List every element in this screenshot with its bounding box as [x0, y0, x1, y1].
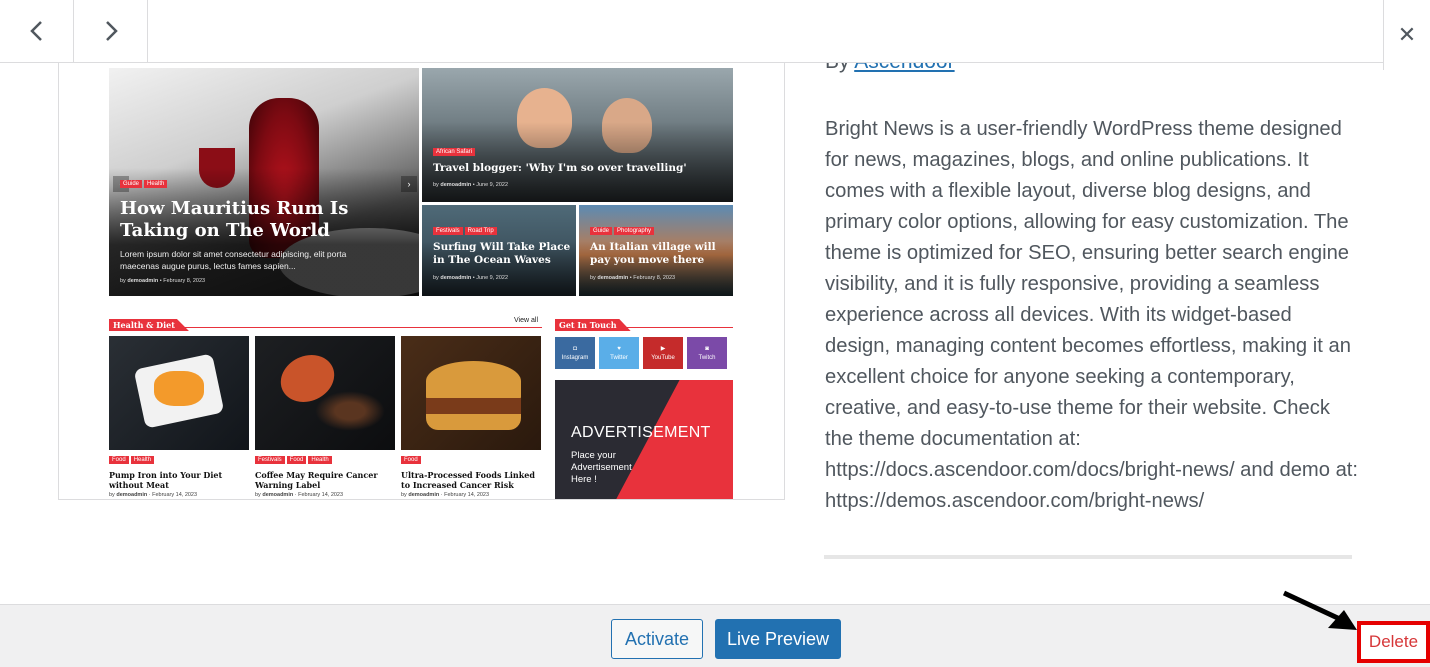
post-tag: Food [109, 456, 129, 464]
post-title: Coffee May Require Cancer Warning Label [255, 470, 378, 490]
hero-title: How Mauritius Rum Is Taking on The World [120, 198, 349, 241]
advertisement-banner: ADVERTISEMENT Place your Advertisement H… [555, 380, 733, 499]
card-title: Surfing Will Take Place in The Ocean Wav… [433, 241, 571, 266]
ad-title: ADVERTISEMENT [571, 424, 711, 441]
next-theme-button[interactable] [74, 0, 148, 62]
view-all-link: View all [514, 317, 538, 324]
annotation-arrow-icon [1282, 590, 1357, 630]
instagram-icon: ◘ [573, 345, 577, 352]
card-meta: by demoadmin • June 9, 2022 [433, 275, 509, 281]
hero-meta: by demoadmin • February 8, 2023 [120, 278, 206, 284]
twitch-icon: ◙ [705, 345, 709, 352]
post-meta: by demoadmin · February 14, 2023 [109, 492, 198, 498]
live-preview-button[interactable]: Live Preview [715, 619, 841, 659]
youtube-icon: ▶ [660, 346, 666, 352]
post-tag: Festivals [255, 456, 285, 464]
hero-slide: ‹ › Guide Health How Mauritius Rum Is Ta… [109, 68, 419, 296]
post-tag: Health [130, 456, 155, 464]
theme-actions: Activate Live Preview Delete [0, 604, 1430, 667]
card-title: Travel blogger: 'Why I'm so over travell… [433, 162, 687, 174]
card-tag: Photography [614, 227, 655, 235]
section-title: Health & Diet [109, 319, 189, 331]
card-tag: Guide [590, 227, 613, 235]
post-thumbnail [109, 336, 249, 450]
hero-tag: Health [144, 180, 168, 188]
card-title: An Italian village will pay you move the… [590, 241, 716, 266]
post-tag: Food [401, 456, 421, 464]
post-thumbnail [255, 336, 395, 450]
post-thumbnail [401, 336, 541, 450]
previous-theme-button[interactable] [0, 0, 74, 62]
ad-text: Place your Advertisement Here ! [571, 450, 632, 485]
patty-image [426, 398, 521, 414]
featured-card-travel: African Safari Travel blogger: 'Why I'm … [422, 68, 733, 202]
twitter-link: ♥ Twitter [599, 337, 639, 369]
burger-image [426, 361, 521, 401]
card-tag: Festivals [433, 227, 463, 235]
divider [824, 555, 1352, 559]
fruit-image [154, 371, 204, 406]
featured-card-italian: Guide Photography An Italian village wil… [579, 205, 733, 296]
post-meta: by demoadmin · February 14, 2023 [401, 492, 490, 498]
hero-excerpt: Lorem ipsum dolor sit amet consectetur a… [120, 249, 347, 271]
chevron-right-icon [105, 21, 118, 41]
theme-description: Bright News is a user-friendly WordPress… [825, 118, 1359, 512]
section-header-touch: Get In Touch [555, 315, 733, 331]
youtube-link: ▶ YouTube [643, 337, 683, 369]
featured-card-surfing: Festivals Road Trip Surfing Will Take Pl… [422, 205, 576, 296]
card-tag: Road Trip [464, 227, 497, 235]
close-overlay-button[interactable]: ✕ [1383, 0, 1430, 70]
section-title: Get In Touch [555, 319, 631, 331]
post-title: Ultra-Processed Foods Linked to Increase… [401, 470, 535, 490]
instagram-link: ◘ Instagram [555, 337, 595, 369]
post-tag: Health [308, 456, 332, 464]
chevron-left-icon [29, 21, 42, 41]
delete-button[interactable]: Delete [1357, 621, 1430, 663]
close-icon: ✕ [1397, 22, 1417, 47]
card-tag: African Safari [433, 148, 476, 156]
twitch-link: ◙ Twitch [687, 337, 727, 369]
post-title: Pump Iron into Your Diet without Meat [109, 470, 223, 490]
twitter-icon: ♥ [617, 345, 621, 352]
theme-overlay-header: ✕ [0, 0, 1430, 70]
activate-button[interactable]: Activate [611, 619, 703, 659]
slider-next-icon: › [401, 176, 417, 192]
bun-image [426, 414, 521, 430]
section-header-health: Health & Diet [109, 315, 542, 331]
theme-screenshot: ‹ › Guide Health How Mauritius Rum Is Ta… [58, 62, 785, 500]
post-meta: by demoadmin · February 14, 2023 [255, 492, 344, 498]
card-meta: by demoadmin • June 9, 2022 [433, 182, 509, 188]
post-tag: Food [286, 456, 307, 464]
hero-tag: Guide [120, 180, 143, 188]
coffee-beans-image [315, 391, 385, 431]
card-meta: by demoadmin • February 8, 2023 [590, 275, 676, 281]
